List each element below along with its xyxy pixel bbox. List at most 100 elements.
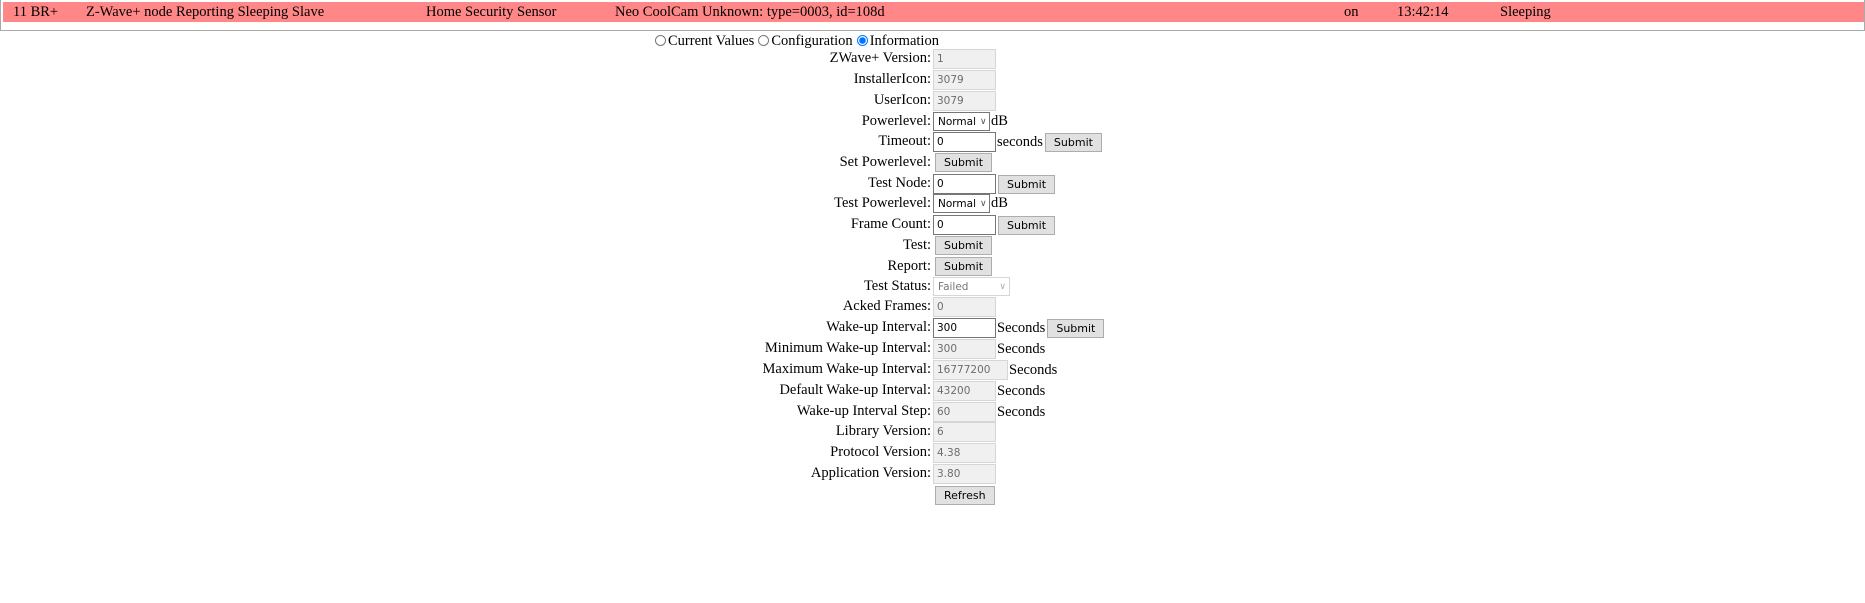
tab-label: Current Values (668, 33, 755, 49)
wake-up-interval-input[interactable] (933, 318, 996, 338)
set-powerlevel-label: Set Powerlevel: (839, 154, 931, 170)
usericon-field: 3079 (933, 91, 996, 111)
row-library-version: Library Version: 6 (0, 422, 1865, 443)
node-list-panel: 11 BR+ Z-Wave+ node Reporting Sleeping S… (0, 0, 1865, 31)
application-version-label: Application Version: (810, 465, 931, 481)
node-role: Home Security Sensor (426, 4, 557, 20)
wake-up-interval-submit-button[interactable]: Submit (1047, 318, 1105, 338)
powerlevel-label: Powerlevel: (861, 113, 931, 129)
timeout-label: Timeout: (878, 133, 931, 149)
minimum-wake-up-interval-unit: Seconds (997, 340, 1046, 357)
maximum-wake-up-interval-label: Maximum Wake-up Interval: (762, 361, 932, 377)
view-tabs: Current Values Configuration Information (655, 33, 943, 50)
node-power: on (1344, 4, 1359, 20)
test-powerlevel-label: Test Powerlevel: (834, 195, 931, 211)
tab-current-values[interactable]: Current Values (655, 33, 754, 49)
default-wake-up-interval-unit: Seconds (997, 382, 1046, 399)
zwave-version-label: ZWave+ Version: (829, 50, 931, 66)
chevron-down-icon: ∨ (999, 281, 1006, 292)
maximum-wake-up-interval-field: 16777200 (933, 360, 1008, 380)
installericon-field: 3079 (933, 70, 996, 90)
report-label: Report: (887, 258, 932, 274)
row-installericon: InstallerIcon: 3079 (0, 70, 1865, 91)
row-test-status: Test Status: Failed ∨ (0, 277, 1865, 298)
row-powerlevel: Powerlevel: Normal ∨ dB (0, 112, 1865, 133)
refresh-refresh-button[interactable]: Refresh (935, 486, 995, 505)
row-default-wake-up-interval: Default Wake-up Interval: 43200 Seconds (0, 381, 1865, 402)
usericon-label: UserIcon: (873, 92, 931, 108)
node-product: Neo CoolCam Unknown: type=0003, id=108d (615, 4, 885, 20)
set-powerlevel-submit-button[interactable]: Submit (935, 153, 993, 172)
protocol-version-field: 4.38 (933, 443, 996, 463)
row-minimum-wake-up-interval: Minimum Wake-up Interval: 300 Seconds (0, 339, 1865, 360)
radio-configuration[interactable] (758, 35, 770, 46)
acked-frames-label: Acked Frames: (842, 298, 931, 314)
test-label: Test: (903, 237, 931, 253)
minimum-wake-up-interval-label: Minimum Wake-up Interval: (764, 340, 931, 356)
row-test: Test: Submit (0, 236, 1865, 257)
row-application-version: Application Version: 3.80 (0, 464, 1865, 485)
powerlevel-select[interactable]: Normal ∨ (933, 112, 990, 131)
row-set-powerlevel: Set Powerlevel: Submit (0, 153, 1865, 174)
row-test-powerlevel: Test Powerlevel: Normal ∨ dB (0, 194, 1865, 215)
test-status-selected-value: Failed (938, 280, 969, 293)
acked-frames-field: 0 (933, 297, 996, 317)
row-frame-count: Frame Count: Submit (0, 215, 1865, 236)
radio-information[interactable] (856, 35, 868, 46)
timeout-input[interactable] (933, 132, 996, 152)
node-time: 13:42:14 (1397, 4, 1449, 20)
row-acked-frames: Acked Frames: 0 (0, 297, 1865, 318)
row-wake-up-interval-step: Wake-up Interval Step: 60 Seconds (0, 402, 1865, 423)
default-wake-up-interval-field: 43200 (933, 381, 996, 401)
wake-up-interval-label: Wake-up Interval: (826, 319, 931, 335)
wake-up-interval-step-field: 60 (933, 402, 996, 422)
frame-count-submit-button[interactable]: Submit (998, 215, 1056, 235)
node-state: Sleeping (1500, 4, 1551, 20)
chevron-down-icon: ∨ (980, 198, 987, 209)
row-protocol-version: Protocol Version: 4.38 (0, 443, 1865, 464)
maximum-wake-up-interval-unit: Seconds (1009, 361, 1058, 378)
row-timeout: Timeout: secondsSubmit (0, 132, 1865, 153)
frame-count-input[interactable] (933, 215, 996, 235)
default-wake-up-interval-label: Default Wake-up Interval: (779, 382, 931, 398)
row-maximum-wake-up-interval: Maximum Wake-up Interval: 16777200 Seconds (0, 360, 1865, 381)
row-zwave-version: ZWave+ Version: 1 (0, 49, 1865, 70)
node-id: 11 BR+ (13, 4, 59, 20)
wake-up-interval-unit: Seconds (997, 319, 1046, 336)
test-powerlevel-select[interactable]: Normal ∨ (933, 194, 990, 213)
report-submit-button[interactable]: Submit (935, 257, 993, 276)
row-usericon: UserIcon: 3079 (0, 91, 1865, 112)
test-powerlevel-selected-value: Normal (938, 197, 976, 210)
row-test-node: Test Node: Submit (0, 174, 1865, 195)
powerlevel-unit: dB (991, 113, 1008, 129)
test-node-input[interactable] (933, 174, 996, 194)
application-version-field: 3.80 (933, 464, 996, 484)
powerlevel-selected-value: Normal (938, 115, 976, 128)
test-node-submit-button[interactable]: Submit (998, 174, 1056, 194)
tab-label: Configuration (771, 33, 853, 49)
row-refresh: Refresh (0, 486, 1865, 507)
tab-configuration[interactable]: Configuration (758, 33, 853, 49)
row-report: Report: Submit (0, 257, 1865, 278)
protocol-version-label: Protocol Version: (830, 444, 931, 460)
tab-label: Information (869, 33, 939, 49)
zwave-version-field: 1 (933, 49, 996, 69)
minimum-wake-up-interval-field: 300 (933, 339, 996, 359)
test-powerlevel-unit: dB (991, 195, 1008, 211)
test-status-select: Failed ∨ (933, 277, 1010, 296)
installericon-label: InstallerIcon: (853, 71, 931, 87)
test-node-label: Test Node: (867, 175, 931, 191)
library-version-label: Library Version: (835, 423, 931, 439)
chevron-down-icon: ∨ (980, 116, 987, 127)
test-submit-button[interactable]: Submit (935, 236, 993, 255)
library-version-field: 6 (933, 422, 996, 442)
tab-information[interactable]: Information (856, 33, 939, 49)
node-row[interactable]: 11 BR+ Z-Wave+ node Reporting Sleeping S… (3, 2, 1864, 22)
wake-up-interval-step-label: Wake-up Interval Step: (796, 403, 931, 419)
timeout-unit: seconds (997, 133, 1043, 150)
node-type: Z-Wave+ node Reporting Sleeping Slave (86, 4, 325, 20)
radio-current-values[interactable] (655, 35, 666, 46)
wake-up-interval-step-unit: Seconds (997, 403, 1046, 420)
timeout-submit-button[interactable]: Submit (1044, 132, 1102, 152)
row-wake-up-interval: Wake-up Interval: SecondsSubmit (0, 318, 1865, 339)
